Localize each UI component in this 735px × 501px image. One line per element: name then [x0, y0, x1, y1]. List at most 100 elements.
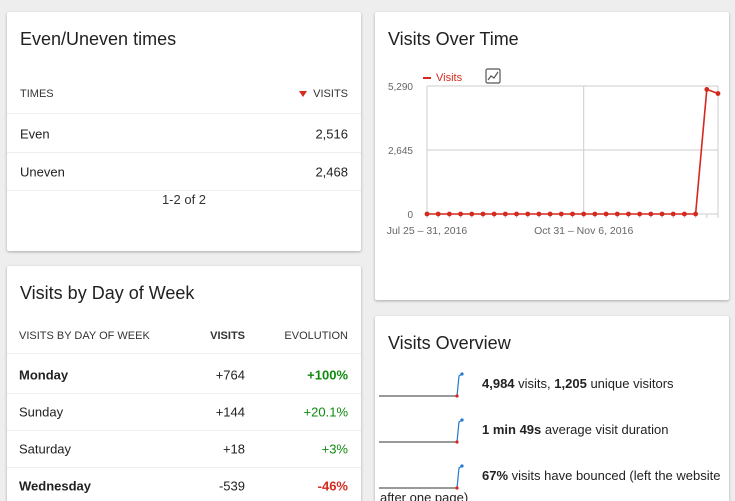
data-point — [491, 211, 497, 217]
row-evolution: +20.1% — [303, 404, 348, 420]
data-point — [558, 211, 564, 217]
line-chart-icon[interactable] — [485, 68, 501, 84]
table-row[interactable]: Saturday +18 +3% — [7, 431, 361, 468]
table-row[interactable]: Even 2,516 — [7, 115, 361, 153]
visits-overview-widget: Visits Overview after one page) 4,984 vi… — [375, 316, 729, 501]
row-day: Sunday — [19, 404, 64, 420]
data-point — [626, 211, 631, 217]
overview-value: 1,205 — [554, 376, 587, 391]
data-point — [670, 211, 676, 217]
x-tick-label: Jul 25 – 31, 2016 — [387, 225, 468, 237]
table-header: VISITS BY DAY OF WEEK VISITS EVOLUTION — [7, 318, 361, 354]
column-header-times[interactable]: TIMES — [20, 88, 54, 100]
row-label: Even — [20, 126, 50, 141]
sparkline-trend — [456, 373, 463, 397]
overview-value: 4,984 — [482, 376, 515, 391]
overview-label: average visit duration — [541, 422, 669, 437]
data-point — [614, 211, 620, 217]
row-label: Uneven — [20, 164, 65, 179]
visits-line-chart: Visits 5,290 2,645 0 Jul 25 – 31, 2016 Oct 31… — [387, 68, 721, 237]
data-point — [570, 211, 575, 217]
data-point — [424, 211, 430, 217]
sparkline[interactable] — [379, 460, 469, 494]
overview-item: 1 min 49s average visit duration — [375, 414, 729, 448]
y-tick-label: 2,645 — [388, 146, 413, 157]
legend-label: Visits — [436, 72, 463, 84]
widget-title: Visits Overview — [388, 333, 511, 353]
x-tick-label: Oct 31 – Nov 6, 2016 — [534, 225, 633, 237]
row-evolution: +100% — [307, 367, 348, 383]
row-visits: +144 — [215, 404, 245, 420]
overview-label: visits, — [514, 376, 555, 391]
data-point — [514, 211, 519, 217]
sparkline[interactable] — [379, 368, 469, 402]
pagination-info: 1-2 of 2 — [161, 192, 207, 207]
day-of-week-widget: Visits by Day of Week VISITS BY DAY OF W… — [7, 266, 361, 501]
data-point — [715, 91, 721, 96]
sparkline[interactable] — [379, 414, 469, 448]
widget-title: Even/Uneven times — [20, 29, 177, 49]
even-uneven-widget: Even/Uneven times TIMES VISITS Even 2,51… — [7, 12, 361, 251]
data-point — [704, 86, 710, 92]
sparkline-min-point — [455, 394, 459, 398]
overview-text: 67% visits have bounced (left the websit… — [482, 468, 720, 483]
data-point — [682, 211, 687, 217]
data-point — [547, 211, 553, 217]
data-point — [435, 211, 441, 217]
data-point — [458, 211, 463, 217]
data-point — [659, 211, 665, 217]
sparkline-trend — [456, 419, 463, 443]
data-point — [581, 211, 587, 217]
widget-title: Visits by Day of Week — [20, 283, 195, 303]
overview-item: 67% visits have bounced (left the websit… — [375, 460, 729, 494]
sparkline-trend — [456, 465, 463, 489]
data-point — [525, 211, 531, 217]
row-visits: -539 — [218, 478, 245, 494]
visits-over-time-widget: Visits Over Time Visits 5,290 2,645 0 Jul 25… — [375, 12, 729, 300]
row-visits: +764 — [215, 367, 245, 383]
row-evolution: -46% — [317, 478, 348, 494]
row-visits: 2,468 — [315, 164, 348, 179]
table-row[interactable]: Sunday +144 +20.1% — [7, 394, 361, 431]
table-row[interactable]: Wednesday -539 -46% — [7, 468, 361, 501]
row-visits: 2,516 — [315, 126, 348, 141]
table-row[interactable]: Uneven 2,468 — [7, 153, 361, 191]
y-tick-label: 0 — [407, 210, 413, 221]
data-point — [592, 211, 598, 217]
sort-desc-icon — [299, 90, 308, 97]
sparkline-max-point — [460, 464, 464, 468]
column-header-day[interactable]: VISITS BY DAY OF WEEK — [19, 330, 150, 342]
data-point — [536, 211, 542, 217]
data-point — [469, 211, 475, 217]
row-day: Wednesday — [19, 478, 92, 494]
data-point — [446, 211, 452, 217]
column-header-visits[interactable]: VISITS — [210, 330, 245, 342]
sparkline-max-point — [460, 372, 464, 376]
overview-value: 67% — [482, 468, 509, 483]
column-header-evolution[interactable]: EVOLUTION — [284, 330, 348, 342]
overview-label: unique visitors — [586, 376, 674, 391]
sparkline-min-point — [455, 440, 459, 444]
data-point — [502, 211, 508, 217]
table-header: TIMES VISITS — [7, 74, 361, 114]
data-point — [603, 211, 609, 217]
data-point — [480, 211, 486, 217]
sparkline-max-point — [460, 418, 464, 422]
overview-label: visits have bounced (left the website — [508, 468, 721, 483]
overview-text: 1 min 49s average visit duration — [482, 422, 668, 437]
column-header-visits[interactable]: VISITS — [299, 88, 348, 100]
data-point — [637, 211, 643, 217]
row-evolution: +3% — [321, 441, 348, 457]
overview-value: 1 min 49s — [482, 422, 542, 437]
row-visits: +18 — [222, 441, 245, 457]
data-point — [693, 211, 699, 217]
series-line-visits — [427, 88, 719, 215]
table-row[interactable]: Monday +764 +100% — [7, 357, 361, 394]
overview-item: 4,984 visits, 1,205 unique visitors — [375, 368, 729, 402]
y-tick-label: 5,290 — [388, 82, 413, 93]
sparkline-min-point — [455, 486, 459, 490]
row-day: Monday — [19, 367, 69, 383]
overview-text: 4,984 visits, 1,205 unique visitors — [482, 376, 674, 391]
row-day: Saturday — [19, 441, 72, 457]
data-point — [648, 211, 654, 217]
